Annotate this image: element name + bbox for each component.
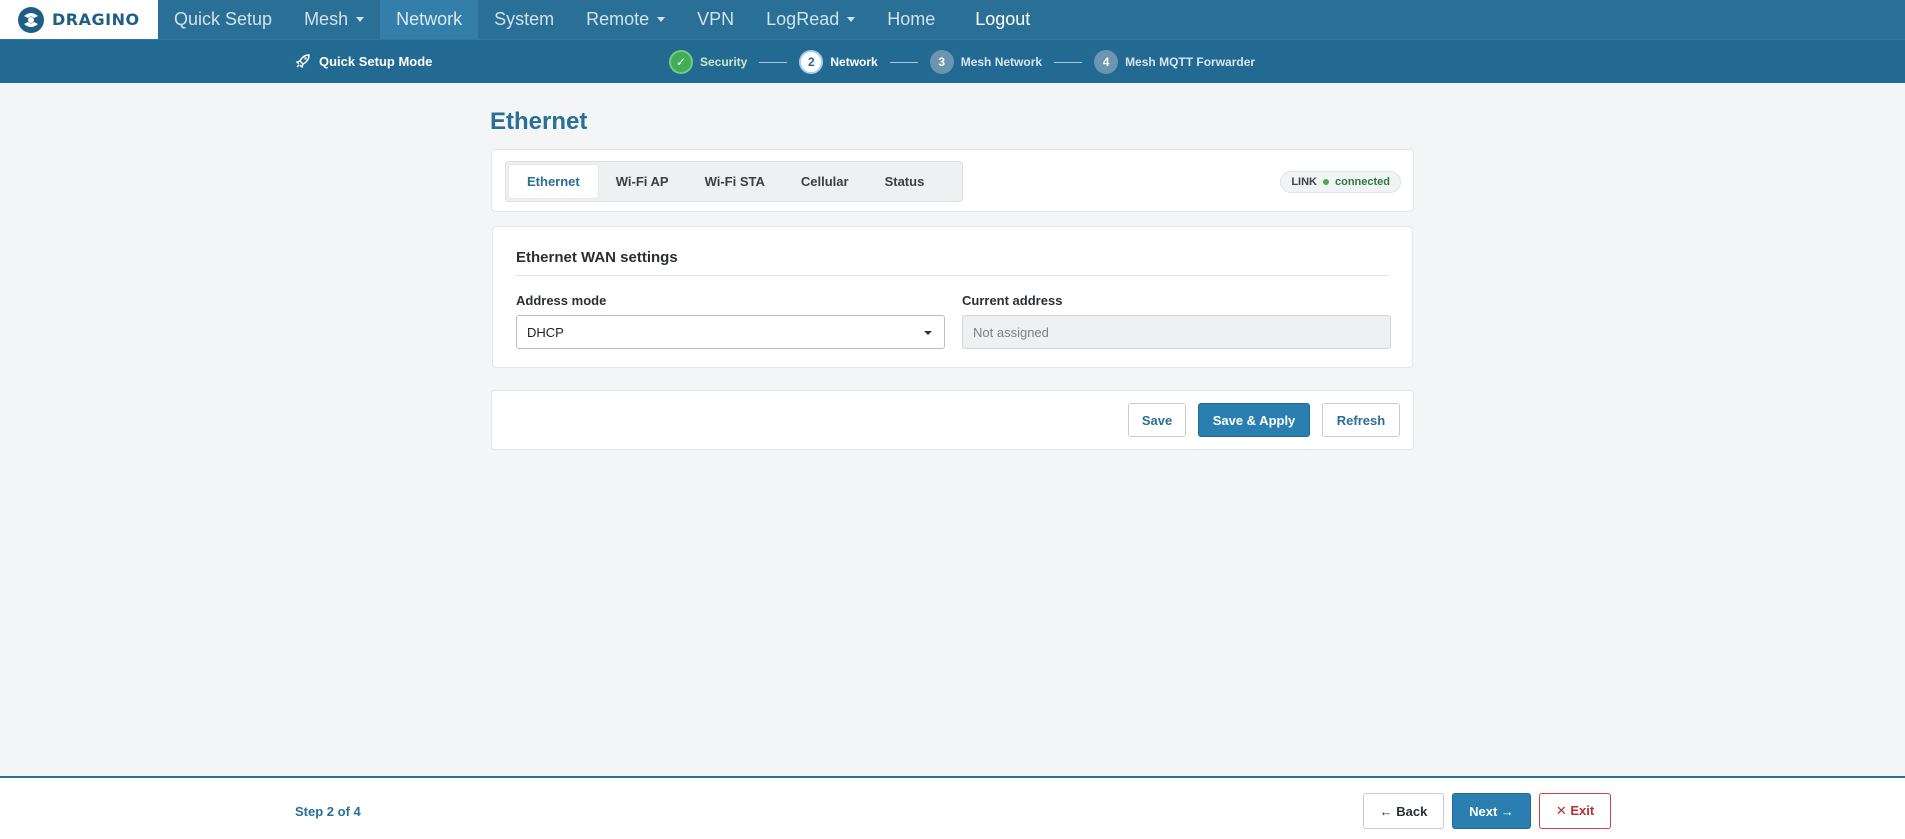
- wizard-steps: ✓ Security 2 Network 3 Mesh Network 4 Mesh MQTT…: [669, 50, 1255, 74]
- link-status-dot: [1322, 179, 1329, 185]
- nav-item-label: Mesh: [304, 9, 349, 29]
- tab-cellular[interactable]: Cellular: [783, 165, 867, 198]
- nav-item-label: LogRead: [766, 9, 840, 29]
- step-label: Mesh MQTT Forwarder: [1125, 55, 1256, 69]
- step-label: Network: [830, 55, 878, 69]
- address-mode-select[interactable]: DHCP: [516, 315, 945, 349]
- brand-logo[interactable]: DRAGINO: [0, 0, 158, 39]
- quick-setup-mode: Quick Setup Mode: [295, 53, 432, 69]
- save-apply-button[interactable]: Save & Apply: [1198, 403, 1310, 437]
- chevron-down-icon: [356, 17, 365, 22]
- exit-button[interactable]: ✕ Exit: [1539, 793, 1611, 829]
- link-label: LINK: [1291, 176, 1317, 188]
- link-status-text: connected: [1334, 176, 1390, 188]
- wizard-footer: Step 2 of 4 ← Back Next → ✕ Exit: [0, 776, 1905, 839]
- section-divider: [516, 275, 1389, 276]
- wizard-step-security[interactable]: ✓ Security: [669, 50, 747, 74]
- nav-item-quick-setup[interactable]: Quick Setup: [158, 0, 288, 39]
- nav-item-mesh[interactable]: Mesh: [288, 0, 380, 39]
- network-tabs-card: Ethernet Wi-Fi AP Wi-Fi STA Cellular Status …: [491, 149, 1414, 212]
- nav-item-logread[interactable]: LogRead: [750, 0, 871, 39]
- ethernet-wan-settings-card: Ethernet WAN settings Address mode DHCP …: [492, 226, 1413, 368]
- save-button[interactable]: Save: [1128, 403, 1186, 437]
- nav-item-label: Home: [887, 9, 936, 29]
- step-connector: [1054, 61, 1083, 63]
- step-counter: Step 2 of 4: [295, 804, 361, 819]
- network-tabs: Ethernet Wi-Fi AP Wi-Fi STA Cellular Status: [505, 161, 963, 202]
- wizard-step-network[interactable]: 2 Network: [799, 50, 878, 74]
- nav-item-label: Remote: [586, 9, 650, 29]
- nav-item-label: VPN: [697, 9, 735, 29]
- nav-item-vpn[interactable]: VPN: [681, 0, 750, 39]
- dragino-logo-icon: [18, 6, 44, 33]
- chevron-down-icon: [924, 331, 932, 335]
- back-button[interactable]: ← Back: [1363, 793, 1444, 829]
- current-address-field: Not assigned: [962, 315, 1391, 349]
- refresh-button[interactable]: Refresh: [1322, 403, 1400, 437]
- current-address-placeholder: Not assigned: [973, 324, 1049, 340]
- step-label: Security: [700, 55, 748, 69]
- wizard-step-mesh-network[interactable]: 3 Mesh Network: [929, 50, 1043, 74]
- wizard-step-mesh-mqtt-forwarder[interactable]: 4 Mesh MQTT Forwarder: [1094, 50, 1255, 74]
- actions-card: Save Save & Apply Refresh: [491, 390, 1414, 450]
- tab-status[interactable]: Status: [867, 165, 943, 198]
- link-status-badge: LINK connected: [1280, 171, 1401, 193]
- quick-setup-bar: Quick Setup Mode ✓ Security 2 Network 3 Mesh …: [0, 39, 1905, 83]
- current-address-label: Current address: [962, 293, 1063, 308]
- nav-item-home[interactable]: Home: [871, 0, 951, 39]
- nav-item-logout[interactable]: Logout: [951, 0, 1046, 39]
- step-label: Mesh Network: [960, 55, 1043, 69]
- step-connector: [759, 61, 788, 63]
- quick-setup-mode-label: Quick Setup Mode: [319, 53, 433, 69]
- address-mode-value: DHCP: [527, 324, 564, 340]
- step-number: 3: [929, 50, 954, 74]
- check-icon: ✓: [669, 50, 693, 74]
- nav-item-system[interactable]: System: [478, 0, 570, 39]
- nav-item-remote[interactable]: Remote: [570, 0, 681, 39]
- step-number: 4: [1094, 50, 1119, 74]
- page-title: Ethernet: [490, 108, 588, 135]
- step-connector: [889, 61, 918, 63]
- nav-item-label: Quick Setup: [174, 9, 273, 29]
- top-navbar: DRAGINO Quick Setup Mesh Network System Remo…: [0, 0, 1905, 39]
- tab-wi-fi-sta[interactable]: Wi-Fi STA: [687, 165, 783, 198]
- brand-name: DRAGINO: [52, 10, 140, 29]
- nav-item-label: System: [494, 9, 555, 29]
- main-menu: Quick Setup Mesh Network System Remote VPN Log…: [158, 0, 1046, 39]
- section-title: Ethernet WAN settings: [516, 249, 678, 266]
- tab-wi-fi-ap[interactable]: Wi-Fi AP: [598, 165, 687, 198]
- chevron-down-icon: [847, 17, 856, 22]
- nav-item-label: Network: [396, 9, 463, 29]
- next-button[interactable]: Next →: [1452, 793, 1531, 829]
- chevron-down-icon: [657, 17, 666, 22]
- tab-ethernet[interactable]: Ethernet: [509, 165, 598, 198]
- nav-item-network[interactable]: Network: [380, 0, 479, 39]
- address-mode-label: Address mode: [516, 293, 607, 308]
- rocket-icon: [295, 54, 310, 69]
- step-number: 2: [799, 50, 824, 74]
